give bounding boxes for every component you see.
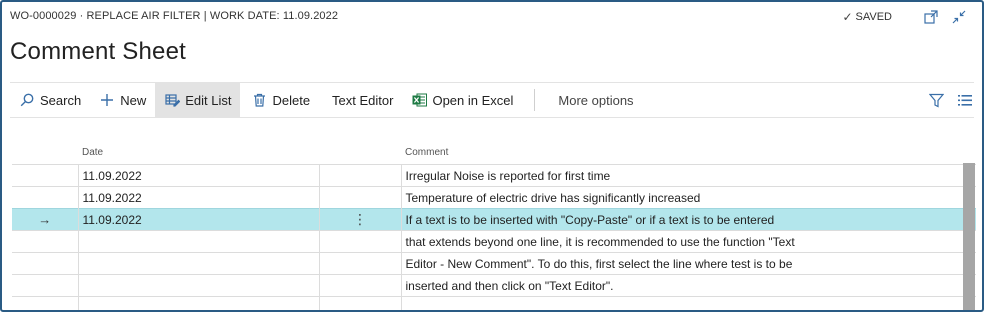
row-menu[interactable] — [318, 164, 401, 187]
action-bar-right — [929, 83, 974, 117]
arrow-column-header — [12, 140, 78, 165]
comment-cell[interactable]: If a text is to be inserted with "Copy-P… — [400, 208, 976, 231]
delete-button[interactable]: Delete — [242, 83, 319, 117]
comment-cell[interactable]: Editor - New Comment". To do this, first… — [400, 252, 976, 275]
list-view-icon[interactable] — [958, 94, 972, 107]
text-editor-label: Text Editor — [332, 92, 394, 108]
table-row[interactable] — [12, 296, 976, 310]
open-in-excel-label: Open in Excel — [432, 92, 514, 108]
new-label: New — [120, 92, 147, 108]
trash-icon — [251, 92, 267, 108]
date-cell[interactable] — [77, 274, 319, 297]
row-menu[interactable] — [318, 296, 401, 310]
row-indicator — [12, 230, 78, 253]
search-label: Search — [40, 92, 82, 108]
row-indicator — [12, 296, 78, 310]
date-column-header[interactable]: Date — [78, 140, 319, 165]
date-cell[interactable] — [77, 252, 319, 275]
current-row-arrow-icon: → — [12, 208, 78, 231]
table-row[interactable]: 11.09.2022 Irregular Noise is reported f… — [12, 164, 976, 187]
filter-icon[interactable] — [929, 93, 944, 108]
page-title: Comment Sheet — [10, 38, 187, 65]
comment-table: Date Comment 11.09.2022 Irregular Noise … — [12, 140, 976, 310]
comment-cell[interactable]: Temperature of electric drive has signif… — [400, 186, 976, 209]
row-menu[interactable] — [318, 230, 401, 253]
row-indicator — [12, 252, 78, 275]
edit-list-button[interactable]: Edit List — [155, 83, 241, 117]
comment-cell[interactable]: inserted and then click on "Text Editor"… — [400, 274, 976, 297]
open-in-excel-button[interactable]: Open in Excel — [402, 83, 522, 117]
top-bar: WO-0000029 · REPLACE AIR FILTER | WORK D… — [2, 2, 982, 32]
vertical-scrollbar[interactable] — [963, 163, 975, 310]
row-menu[interactable] — [318, 274, 401, 297]
edit-list-icon — [164, 92, 180, 108]
date-cell[interactable]: 11.09.2022 — [77, 186, 319, 209]
comment-sheet-window: WO-0000029 · REPLACE AIR FILTER | WORK D… — [0, 0, 984, 312]
more-options-button[interactable]: More options — [549, 83, 642, 117]
table-row-selected[interactable]: → 11.09.2022 ⋮ If a text is to be insert… — [12, 208, 976, 231]
excel-icon — [411, 92, 427, 108]
delete-label: Delete — [272, 92, 311, 108]
date-cell[interactable] — [77, 296, 319, 310]
search-button[interactable]: Search — [10, 83, 90, 117]
row-menu[interactable] — [318, 252, 401, 275]
text-editor-button[interactable]: Text Editor — [323, 83, 402, 117]
saved-label: SAVED — [855, 11, 892, 23]
search-icon — [19, 92, 35, 108]
edit-list-label: Edit List — [185, 92, 232, 108]
saved-status: ✓ SAVED — [842, 10, 892, 24]
date-cell[interactable] — [77, 230, 319, 253]
comment-cell[interactable]: Irregular Noise is reported for first ti… — [400, 164, 976, 187]
table-row[interactable]: Editor - New Comment". To do this, first… — [12, 252, 976, 275]
comment-cell[interactable] — [400, 296, 976, 310]
row-actions-menu-icon[interactable]: ⋮ — [318, 208, 401, 231]
row-indicator — [12, 164, 78, 187]
plus-icon — [99, 92, 115, 108]
new-button[interactable]: New — [90, 83, 155, 117]
open-new-window-icon[interactable] — [922, 8, 940, 26]
comment-cell[interactable]: that extends beyond one line, it is reco… — [400, 230, 976, 253]
action-bar: Search New Edit List Delete Text Editor … — [10, 82, 974, 118]
table-row[interactable]: that extends beyond one line, it is reco… — [12, 230, 976, 253]
action-divider — [534, 89, 536, 111]
date-cell[interactable]: 11.09.2022 — [77, 164, 319, 187]
collapse-icon[interactable] — [950, 8, 968, 26]
saved-check-icon: ✓ — [842, 10, 853, 24]
row-menu[interactable] — [318, 186, 401, 209]
menu-column-header — [319, 140, 401, 165]
table-row[interactable]: 11.09.2022 Temperature of electric drive… — [12, 186, 976, 209]
table-row[interactable]: inserted and then click on "Text Editor"… — [12, 274, 976, 297]
comment-column-header[interactable]: Comment — [401, 140, 976, 165]
row-indicator — [12, 186, 78, 209]
row-indicator — [12, 274, 78, 297]
breadcrumb: WO-0000029 · REPLACE AIR FILTER | WORK D… — [10, 10, 339, 22]
more-options-label: More options — [558, 92, 634, 108]
table-header: Date Comment — [12, 140, 976, 165]
date-cell[interactable]: 11.09.2022 — [77, 208, 319, 231]
